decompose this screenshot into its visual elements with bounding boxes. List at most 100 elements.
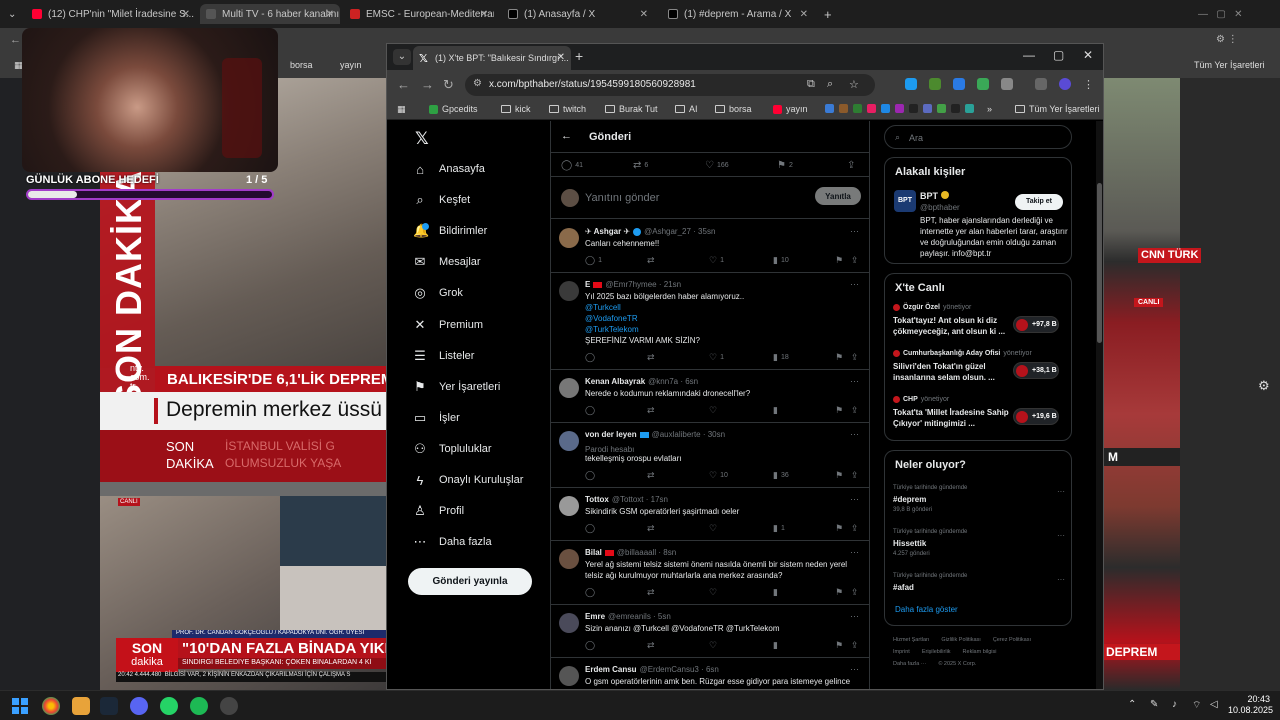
nav-item-9[interactable]: ⚇ Topluluklar	[413, 438, 491, 460]
reply-action[interactable]: ◯	[585, 405, 598, 416]
more-options-icon[interactable]: ···	[850, 376, 859, 386]
live-count-pill[interactable]: +38,1 B	[1013, 362, 1059, 379]
repost-action[interactable]: ⇄	[647, 255, 658, 266]
nav-item-1[interactable]: ⌕ Keşfet	[413, 189, 470, 211]
avatar[interactable]	[559, 549, 579, 569]
extension-icon[interactable]	[905, 78, 917, 90]
avatar[interactable]	[559, 281, 579, 301]
active-tab[interactable]: 𝕏 (1) X'te BPT: "Balıkesir Sındırgı'... ✕	[413, 46, 571, 70]
trend-item[interactable]: Türkiye tarihinde gündemde #deprem 39,8 B …	[893, 485, 1065, 521]
repost-action[interactable]: ⇄	[647, 640, 658, 651]
repost-action[interactable]: ⇄	[647, 405, 658, 416]
bookmark-action[interactable]: ⚑	[835, 523, 846, 534]
bookmark-star-icon[interactable]: ☆	[849, 78, 859, 91]
avatar[interactable]	[559, 378, 579, 398]
reply-action[interactable]: ◯ 1	[585, 255, 602, 266]
spotify-icon[interactable]	[190, 697, 208, 715]
more-options-icon[interactable]: ···	[1057, 575, 1065, 584]
views-action[interactable]: ▮	[773, 640, 781, 651]
bookmark-icon[interactable]	[867, 104, 880, 113]
extension-icon[interactable]	[929, 78, 941, 90]
nav-item-12[interactable]: ⋯ Daha fazla	[413, 531, 492, 553]
close-icon[interactable]: ✕	[182, 9, 190, 20]
tweet[interactable]: Kenan Albayrak @knn7a · 6sn ··· Nerede o ko…	[551, 370, 869, 423]
bookmark-1[interactable]: kick	[501, 104, 531, 114]
nav-item-3[interactable]: ✉ Mesajlar	[413, 251, 481, 273]
more-bookmarks-icon[interactable]: »	[987, 104, 992, 114]
repost-action[interactable]: ⇄	[647, 352, 658, 363]
repost-action[interactable]: ⇄	[647, 470, 658, 481]
whatsapp-icon[interactable]	[160, 697, 178, 715]
show-more-link[interactable]: Daha fazla göster	[895, 605, 958, 614]
chrome-icon[interactable]	[42, 697, 60, 715]
avatar[interactable]	[559, 496, 579, 516]
bookmark-icon[interactable]	[881, 104, 894, 113]
bookmark-icon[interactable]	[895, 104, 908, 113]
bookmark-action[interactable]: ⚑	[835, 405, 846, 416]
nav-item-0[interactable]: ⌂ Anasayfa	[413, 158, 485, 180]
bg-tab-3[interactable]: EMSC - European-Mediterrane...✕	[344, 4, 494, 24]
bookmark-action[interactable]: ⚑	[835, 470, 846, 481]
tweet[interactable]: E @Emr7hymee · 21sn ··· Yıl 2025 bazı bölge…	[551, 273, 869, 370]
tweet[interactable]: Bilal @billaaaall · 8sn ··· Yerel ağ sistem…	[551, 541, 869, 605]
zoom-icon[interactable]: ⌕	[827, 78, 833, 91]
views-action[interactable]: ▮ 36	[773, 470, 789, 481]
follow-button[interactable]: Takip et	[1015, 194, 1063, 210]
profile-avatar[interactable]	[1059, 78, 1071, 90]
bookmark-2[interactable]: twitch	[549, 104, 586, 114]
bg-tab-1[interactable]: (12) CHP'nin "Milet İradesine S... ✕	[26, 4, 196, 24]
forward-arrow-icon[interactable]: →	[421, 77, 434, 92]
like-action[interactable]: ♡	[709, 640, 720, 651]
puzzle-icon[interactable]	[1001, 78, 1013, 90]
bookmark-icon[interactable]	[923, 104, 936, 113]
steam-icon[interactable]	[100, 697, 118, 715]
bookmark-icon[interactable]	[909, 104, 922, 113]
footer-link[interactable]: Çerez Politikası	[993, 637, 1031, 643]
reposts-metric[interactable]: ⇄ 6	[633, 160, 648, 171]
more-options-icon[interactable]: ···	[850, 664, 859, 674]
extension-icon[interactable]	[977, 78, 989, 90]
install-icon[interactable]: ⧉	[807, 78, 815, 91]
repost-action[interactable]: ⇄	[647, 587, 658, 598]
more-options-icon[interactable]: ···	[850, 226, 859, 236]
close-window-button[interactable]: ✕	[1083, 48, 1093, 62]
avatar[interactable]	[559, 666, 579, 686]
reply-input[interactable]: Yanıtını gönder	[585, 192, 659, 204]
replies-metric[interactable]: ◯ 41	[561, 160, 583, 171]
bookmark-3[interactable]: Burak Tut	[605, 104, 658, 114]
close-icon[interactable]: ✕	[326, 9, 334, 20]
bookmark-icon[interactable]	[825, 104, 838, 113]
bookmark-icon[interactable]	[965, 104, 978, 113]
close-icon[interactable]: ✕	[640, 9, 648, 20]
windows-start-icon[interactable]	[12, 698, 28, 714]
reply-action[interactable]: ◯	[585, 587, 598, 598]
search-input[interactable]: ⌕ Ara	[884, 125, 1072, 149]
likes-metric[interactable]: ♡ 166	[705, 160, 729, 171]
bookmark-icon[interactable]	[853, 104, 866, 113]
nav-item-4[interactable]: ◎ Grok	[413, 282, 463, 304]
footer-link[interactable]: Hizmet Şartları	[893, 637, 929, 643]
tweet[interactable]: ✈ Ashgar ✈ @Ashgar_27 · 35sn ··· Canları ce…	[551, 220, 869, 273]
more-options-icon[interactable]: ···	[850, 429, 859, 439]
views-action[interactable]: ▮ 10	[773, 255, 789, 266]
apps-icon[interactable]: ▦	[397, 104, 406, 115]
minimize-button[interactable]: —	[1023, 48, 1035, 62]
like-action[interactable]: ♡	[709, 587, 720, 598]
reply-button[interactable]: Yanıtla	[815, 187, 861, 205]
trend-item[interactable]: Türkiye tarihinde gündemde Hissettik 4.257…	[893, 529, 1065, 565]
more-options-icon[interactable]: ···	[850, 611, 859, 621]
media-icon[interactable]	[1035, 78, 1047, 90]
x-logo-icon[interactable]: 𝕏	[415, 129, 429, 149]
reply-action[interactable]: ◯	[585, 352, 598, 363]
bookmark-5[interactable]: borsa	[715, 104, 752, 114]
bookmark-icon[interactable]	[937, 104, 950, 113]
share-action[interactable]: ⇪	[851, 255, 862, 266]
tweet[interactable]: von der leyen @auxlaliberte · 30sn ··· Paro…	[551, 423, 869, 488]
nav-item-11[interactable]: ♙ Profil	[413, 500, 464, 522]
address-bar[interactable]: ⚙ x.com/bpthaber/status/1954599180560928…	[465, 74, 875, 96]
live-count-pill[interactable]: +19,6 B	[1013, 408, 1059, 425]
site-info-icon[interactable]: ⚙	[473, 78, 482, 89]
discord-icon[interactable]	[130, 697, 148, 715]
share-action[interactable]: ⇪	[851, 405, 862, 416]
bookmark-action[interactable]: ⚑	[835, 640, 846, 651]
